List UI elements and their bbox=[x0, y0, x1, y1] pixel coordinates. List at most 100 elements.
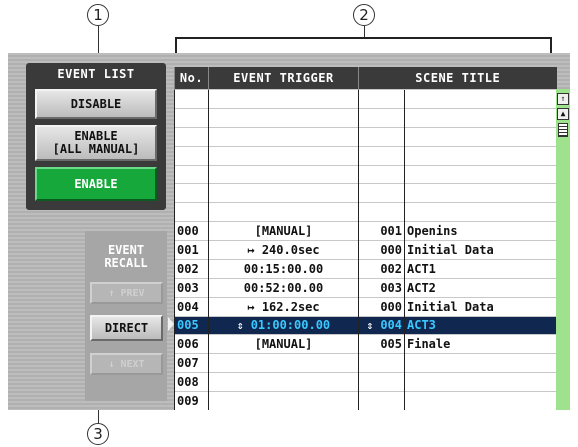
table-row[interactable]: 004 ↦ 162.2sec 000 Initial Data bbox=[174, 296, 557, 316]
trigger-value: ↦ 162.2sec bbox=[247, 299, 320, 314]
table-row[interactable]: 001 ↦ 240.0sec 000 Initial Data bbox=[174, 240, 557, 260]
table-row[interactable] bbox=[174, 126, 557, 147]
event-list-title: EVENT LIST bbox=[57, 67, 135, 81]
cell-scene-number[interactable] bbox=[358, 145, 405, 165]
cell-event-trigger[interactable]: ⇕ 01:00:00.00 bbox=[208, 315, 359, 335]
table-row[interactable]: 007 bbox=[174, 353, 557, 373]
cell-scene-title: ACT3 bbox=[403, 315, 557, 335]
cell-no: 003 bbox=[174, 277, 209, 298]
table-row[interactable] bbox=[174, 202, 557, 222]
enable-all-manual-line2: [ALL MANUAL] bbox=[52, 142, 140, 156]
trigger-value: 00:15:00.00 bbox=[243, 261, 324, 276]
scene-number-value: 005 bbox=[380, 337, 402, 352]
cell-event-trigger[interactable]: 00:15:00.00 bbox=[208, 258, 359, 279]
cell-event-trigger[interactable] bbox=[208, 126, 359, 147]
cell-scene-title bbox=[403, 164, 557, 184]
cell-scene-number[interactable]: 005 bbox=[358, 334, 405, 354]
cell-scene-title bbox=[403, 372, 557, 392]
cell-event-trigger[interactable] bbox=[208, 89, 359, 109]
table-row[interactable] bbox=[174, 107, 557, 128]
trigger-value: [MANUAL] bbox=[254, 224, 313, 239]
cell-event-trigger[interactable]: [MANUAL] bbox=[208, 334, 359, 354]
cell-event-trigger[interactable] bbox=[208, 164, 359, 184]
cell-no bbox=[174, 126, 209, 147]
trigger-value: ↦ 240.0sec bbox=[247, 242, 320, 257]
cell-event-trigger[interactable]: 00:52:00.00 bbox=[208, 277, 359, 298]
cell-event-trigger[interactable] bbox=[208, 372, 359, 392]
cell-scene-number[interactable] bbox=[358, 89, 405, 109]
event-list-panel: EVENT LIST DISABLE ENABLE [ALL MANUAL] E… bbox=[26, 63, 166, 210]
cell-event-trigger[interactable] bbox=[208, 353, 359, 373]
cell-scene-title bbox=[403, 183, 557, 203]
cell-scene-number[interactable] bbox=[358, 107, 405, 128]
cell-scene-number[interactable] bbox=[358, 183, 405, 203]
trigger-value: 00:52:00.00 bbox=[243, 280, 324, 295]
cell-scene-title: ACT2 bbox=[403, 277, 557, 298]
enable-button[interactable]: ENABLE bbox=[35, 167, 157, 201]
cell-scene-number[interactable]: 000 bbox=[358, 296, 405, 316]
cell-no bbox=[174, 183, 209, 203]
cell-scene-number[interactable] bbox=[358, 372, 405, 392]
cell-scene-number[interactable]: 000 bbox=[358, 240, 405, 260]
cell-scene-number[interactable]: 001 bbox=[358, 221, 405, 241]
cell-scene-title: ACT1 bbox=[403, 258, 557, 279]
scroll-up-icon[interactable]: ▲ bbox=[557, 108, 569, 120]
cell-scene-title: Finale bbox=[403, 334, 557, 354]
cell-event-trigger[interactable] bbox=[208, 202, 359, 222]
table-row[interactable]: 002 00:15:00.00 002 ACT1 bbox=[174, 258, 557, 279]
scroll-top-icon[interactable]: ⇑ bbox=[557, 93, 569, 105]
cell-scene-title bbox=[403, 391, 557, 410]
disable-button[interactable]: DISABLE bbox=[35, 89, 157, 119]
cell-scene-number[interactable] bbox=[358, 202, 405, 222]
table-row[interactable]: 000 [MANUAL] 001 Openins bbox=[174, 221, 557, 241]
cell-scene-number[interactable]: ⇕ 004 bbox=[358, 315, 405, 335]
cell-scene-number[interactable]: 002 bbox=[358, 258, 405, 279]
scroll-thumb[interactable] bbox=[558, 123, 568, 137]
table-row[interactable] bbox=[174, 145, 557, 165]
direct-button[interactable]: DIRECT bbox=[90, 315, 163, 341]
next-button[interactable]: ↓ NEXT bbox=[90, 353, 163, 375]
table-row[interactable] bbox=[174, 183, 557, 203]
cell-no: 007 bbox=[174, 353, 209, 373]
event-table: No. EVENT TRIGGER SCENE TITLE 000 [MANUAL… bbox=[174, 67, 557, 410]
cell-no bbox=[174, 145, 209, 165]
cell-scene-number[interactable] bbox=[358, 353, 405, 373]
cell-scene-number[interactable] bbox=[358, 126, 405, 147]
cell-event-trigger[interactable] bbox=[208, 183, 359, 203]
cell-scene-title bbox=[403, 145, 557, 165]
cell-no: 002 bbox=[174, 258, 209, 279]
table-row[interactable]: 003 00:52:00.00 003 ACT2 bbox=[174, 277, 557, 298]
cell-event-trigger[interactable]: ↦ 240.0sec bbox=[208, 240, 359, 260]
table-row[interactable]: 005 ⇕ 01:00:00.00 ⇕ 004 ACT3 bbox=[174, 315, 557, 335]
cell-no: 001 bbox=[174, 240, 209, 260]
cell-event-trigger[interactable]: ↦ 162.2sec bbox=[208, 296, 359, 316]
header-no: No. bbox=[174, 67, 209, 90]
cell-scene-title: Initial Data bbox=[403, 296, 557, 316]
table-row[interactable]: 008 bbox=[174, 372, 557, 392]
table-scrollbar[interactable]: ⇑ ▲ bbox=[556, 89, 570, 410]
table-row[interactable]: 009 bbox=[174, 391, 557, 410]
callout-1: 1 bbox=[87, 4, 109, 26]
prev-button[interactable]: ↑ PREV bbox=[90, 282, 163, 304]
table-row[interactable] bbox=[174, 164, 557, 184]
cell-scene-number[interactable] bbox=[358, 391, 405, 410]
cell-event-trigger[interactable] bbox=[208, 107, 359, 128]
scene-number-value: 001 bbox=[380, 224, 402, 239]
cell-no: 004 bbox=[174, 296, 209, 316]
cell-event-trigger[interactable] bbox=[208, 391, 359, 410]
cell-event-trigger[interactable]: [MANUAL] bbox=[208, 221, 359, 241]
cell-scene-title bbox=[403, 107, 557, 128]
cell-scene-number[interactable]: 003 bbox=[358, 277, 405, 298]
table-row[interactable]: 006 [MANUAL] 005 Finale bbox=[174, 334, 557, 354]
up-down-icon: ⇕ bbox=[366, 319, 374, 333]
cell-scene-title bbox=[403, 89, 557, 109]
cell-scene-title: Openins bbox=[403, 221, 557, 241]
callout-2-leader bbox=[364, 26, 365, 37]
cell-event-trigger[interactable] bbox=[208, 145, 359, 165]
trigger-value: 01:00:00.00 bbox=[250, 318, 331, 333]
cell-scene-number[interactable] bbox=[358, 164, 405, 184]
scene-number-value: 000 bbox=[380, 242, 402, 257]
scene-number-value: 000 bbox=[380, 299, 402, 314]
enable-all-manual-button[interactable]: ENABLE [ALL MANUAL] bbox=[35, 125, 157, 161]
table-row[interactable] bbox=[174, 89, 557, 109]
